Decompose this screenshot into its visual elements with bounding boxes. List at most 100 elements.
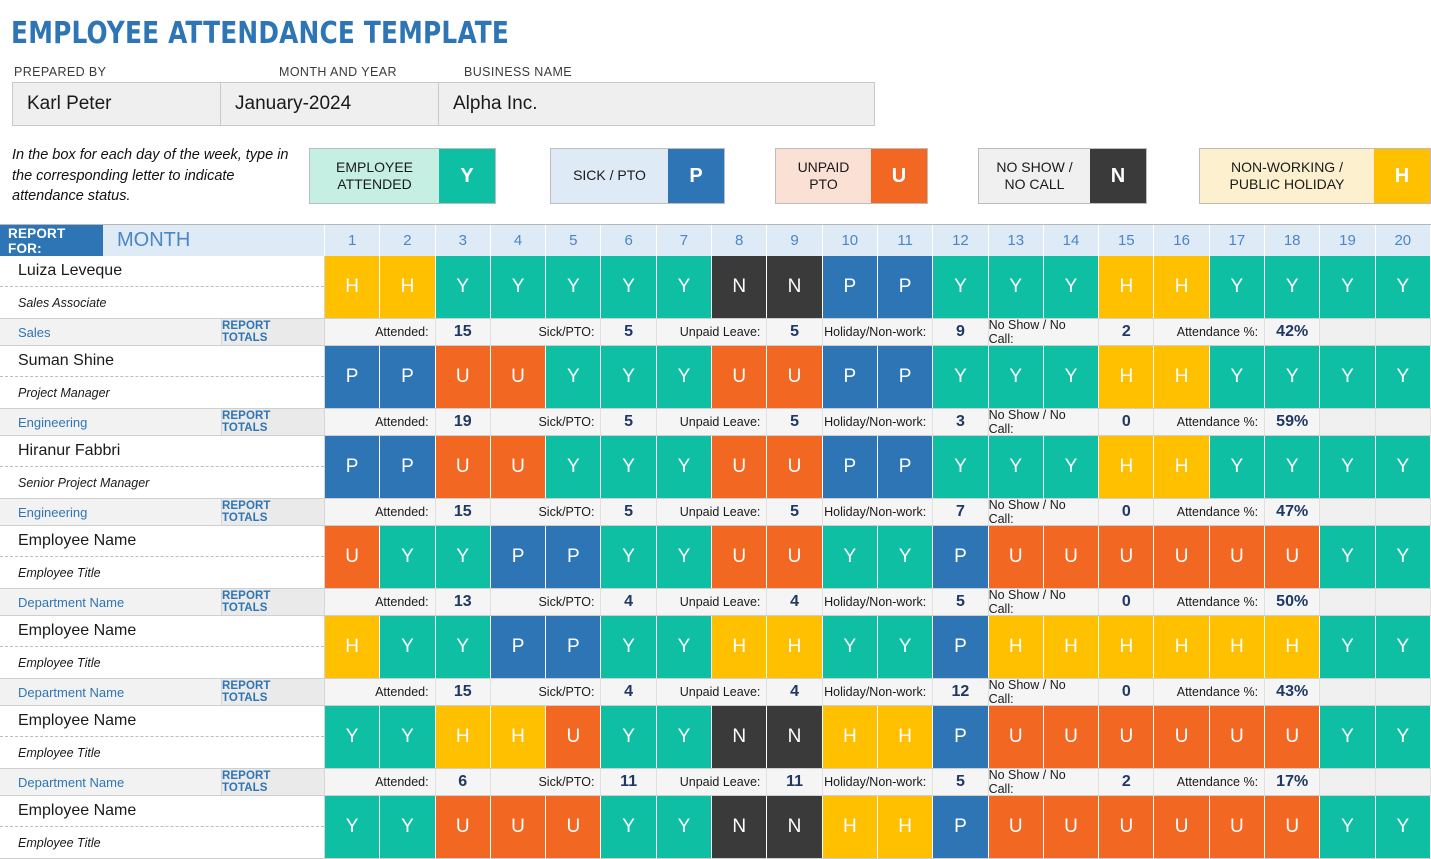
attendance-cell[interactable]: Y	[601, 796, 657, 858]
attendance-cell[interactable]: P	[933, 796, 989, 858]
attendance-cell[interactable]: H	[325, 256, 381, 318]
day-header-6[interactable]: 6	[601, 225, 657, 256]
day-header-8[interactable]: 8	[712, 225, 768, 256]
attendance-cell[interactable]: U	[1154, 526, 1210, 588]
attendance-cell[interactable]: Y	[601, 256, 657, 318]
day-header-16[interactable]: 16	[1154, 225, 1210, 256]
attendance-cell[interactable]: P	[822, 436, 878, 498]
day-header-20[interactable]: 20	[1375, 225, 1431, 256]
attendance-cell[interactable]: P	[490, 526, 547, 588]
attendance-cell[interactable]: N	[712, 796, 768, 858]
day-header-9[interactable]: 9	[767, 225, 823, 256]
employee-name[interactable]: Employee Name	[0, 616, 324, 647]
attendance-cell[interactable]: H	[1099, 616, 1155, 678]
attendance-cell[interactable]: Y	[822, 616, 878, 678]
attendance-cell[interactable]: Y	[380, 616, 436, 678]
attendance-cell[interactable]: Y	[1320, 436, 1376, 498]
day-header-13[interactable]: 13	[988, 225, 1044, 256]
attendance-cell[interactable]: H	[435, 706, 491, 768]
attendance-cell[interactable]: Y	[933, 436, 989, 498]
day-header-5[interactable]: 5	[546, 225, 602, 256]
employee-title[interactable]: Employee Title	[0, 557, 324, 588]
attendance-cell[interactable]: U	[988, 796, 1044, 858]
attendance-cell[interactable]: H	[380, 256, 436, 318]
attendance-cell[interactable]: P	[822, 256, 878, 318]
attendance-cell[interactable]: Y	[380, 706, 436, 768]
attendance-cell[interactable]: Y	[1375, 346, 1431, 408]
attendance-cell[interactable]: Y	[546, 436, 602, 498]
attendance-cell[interactable]: Y	[1043, 436, 1100, 498]
attendance-cell[interactable]: Y	[1375, 526, 1431, 588]
day-header-18[interactable]: 18	[1265, 225, 1321, 256]
attendance-cell[interactable]: H	[1209, 616, 1266, 678]
employee-department[interactable]: Sales	[0, 319, 222, 345]
attendance-cell[interactable]: P	[325, 346, 381, 408]
attendance-cell[interactable]: U	[1154, 706, 1210, 768]
attendance-cell[interactable]: Y	[601, 436, 657, 498]
day-header-2[interactable]: 2	[380, 225, 436, 256]
attendance-cell[interactable]: H	[822, 706, 878, 768]
attendance-cell[interactable]: P	[877, 256, 934, 318]
employee-department[interactable]: Department Name	[0, 679, 222, 705]
attendance-cell[interactable]: Y	[1320, 706, 1376, 768]
attendance-cell[interactable]: U	[767, 436, 823, 498]
attendance-cell[interactable]: U	[1209, 526, 1266, 588]
employee-department[interactable]: Engineering	[0, 409, 222, 435]
day-header-17[interactable]: 17	[1209, 225, 1266, 256]
attendance-cell[interactable]: U	[1265, 706, 1321, 768]
attendance-cell[interactable]: Y	[546, 346, 602, 408]
attendance-cell[interactable]: H	[767, 616, 823, 678]
attendance-cell[interactable]: U	[1043, 526, 1100, 588]
attendance-cell[interactable]: P	[380, 436, 436, 498]
day-header-12[interactable]: 12	[933, 225, 989, 256]
day-header-11[interactable]: 11	[877, 225, 934, 256]
attendance-cell[interactable]: U	[712, 436, 768, 498]
attendance-cell[interactable]: H	[1265, 616, 1321, 678]
day-header-10[interactable]: 10	[822, 225, 878, 256]
employee-name[interactable]: Luiza Leveque	[0, 256, 324, 287]
attendance-cell[interactable]: Y	[490, 256, 547, 318]
attendance-cell[interactable]: Y	[1375, 706, 1431, 768]
employee-title[interactable]: Senior Project Manager	[0, 467, 324, 498]
attendance-cell[interactable]: N	[712, 256, 768, 318]
attendance-cell[interactable]: H	[1154, 616, 1210, 678]
attendance-cell[interactable]: Y	[435, 616, 491, 678]
attendance-cell[interactable]: Y	[601, 526, 657, 588]
prepared-by-field[interactable]: Karl Peter	[13, 83, 221, 125]
employee-title[interactable]: Project Manager	[0, 377, 324, 408]
attendance-cell[interactable]: Y	[877, 526, 934, 588]
employee-name[interactable]: Employee Name	[0, 526, 324, 557]
employee-title[interactable]: Sales Associate	[0, 287, 324, 318]
day-header-4[interactable]: 4	[490, 225, 547, 256]
attendance-cell[interactable]: U	[1209, 796, 1266, 858]
attendance-cell[interactable]: P	[933, 616, 989, 678]
attendance-cell[interactable]: Y	[1265, 256, 1321, 318]
attendance-cell[interactable]: P	[933, 706, 989, 768]
attendance-cell[interactable]: Y	[601, 346, 657, 408]
employee-name[interactable]: Employee Name	[0, 706, 324, 737]
attendance-cell[interactable]: Y	[1209, 256, 1266, 318]
attendance-cell[interactable]: Y	[656, 616, 713, 678]
employee-title[interactable]: Employee Title	[0, 737, 324, 768]
attendance-cell[interactable]: Y	[1320, 796, 1376, 858]
attendance-cell[interactable]: U	[546, 706, 602, 768]
day-header-15[interactable]: 15	[1099, 225, 1155, 256]
attendance-cell[interactable]: Y	[1265, 436, 1321, 498]
attendance-cell[interactable]: H	[1043, 616, 1100, 678]
attendance-cell[interactable]: Y	[1375, 436, 1431, 498]
attendance-cell[interactable]: Y	[325, 796, 381, 858]
attendance-cell[interactable]: P	[380, 346, 436, 408]
attendance-cell[interactable]: N	[712, 706, 768, 768]
attendance-cell[interactable]: H	[712, 616, 768, 678]
attendance-cell[interactable]: Y	[1375, 616, 1431, 678]
attendance-cell[interactable]: P	[877, 436, 934, 498]
attendance-cell[interactable]: U	[1099, 526, 1155, 588]
employee-department[interactable]: Department Name	[0, 769, 222, 795]
attendance-cell[interactable]: Y	[1265, 346, 1321, 408]
attendance-cell[interactable]: Y	[656, 346, 713, 408]
attendance-cell[interactable]: Y	[656, 256, 713, 318]
attendance-cell[interactable]: Y	[988, 256, 1044, 318]
attendance-cell[interactable]: H	[877, 706, 934, 768]
attendance-cell[interactable]: P	[933, 526, 989, 588]
attendance-cell[interactable]: H	[1154, 436, 1210, 498]
